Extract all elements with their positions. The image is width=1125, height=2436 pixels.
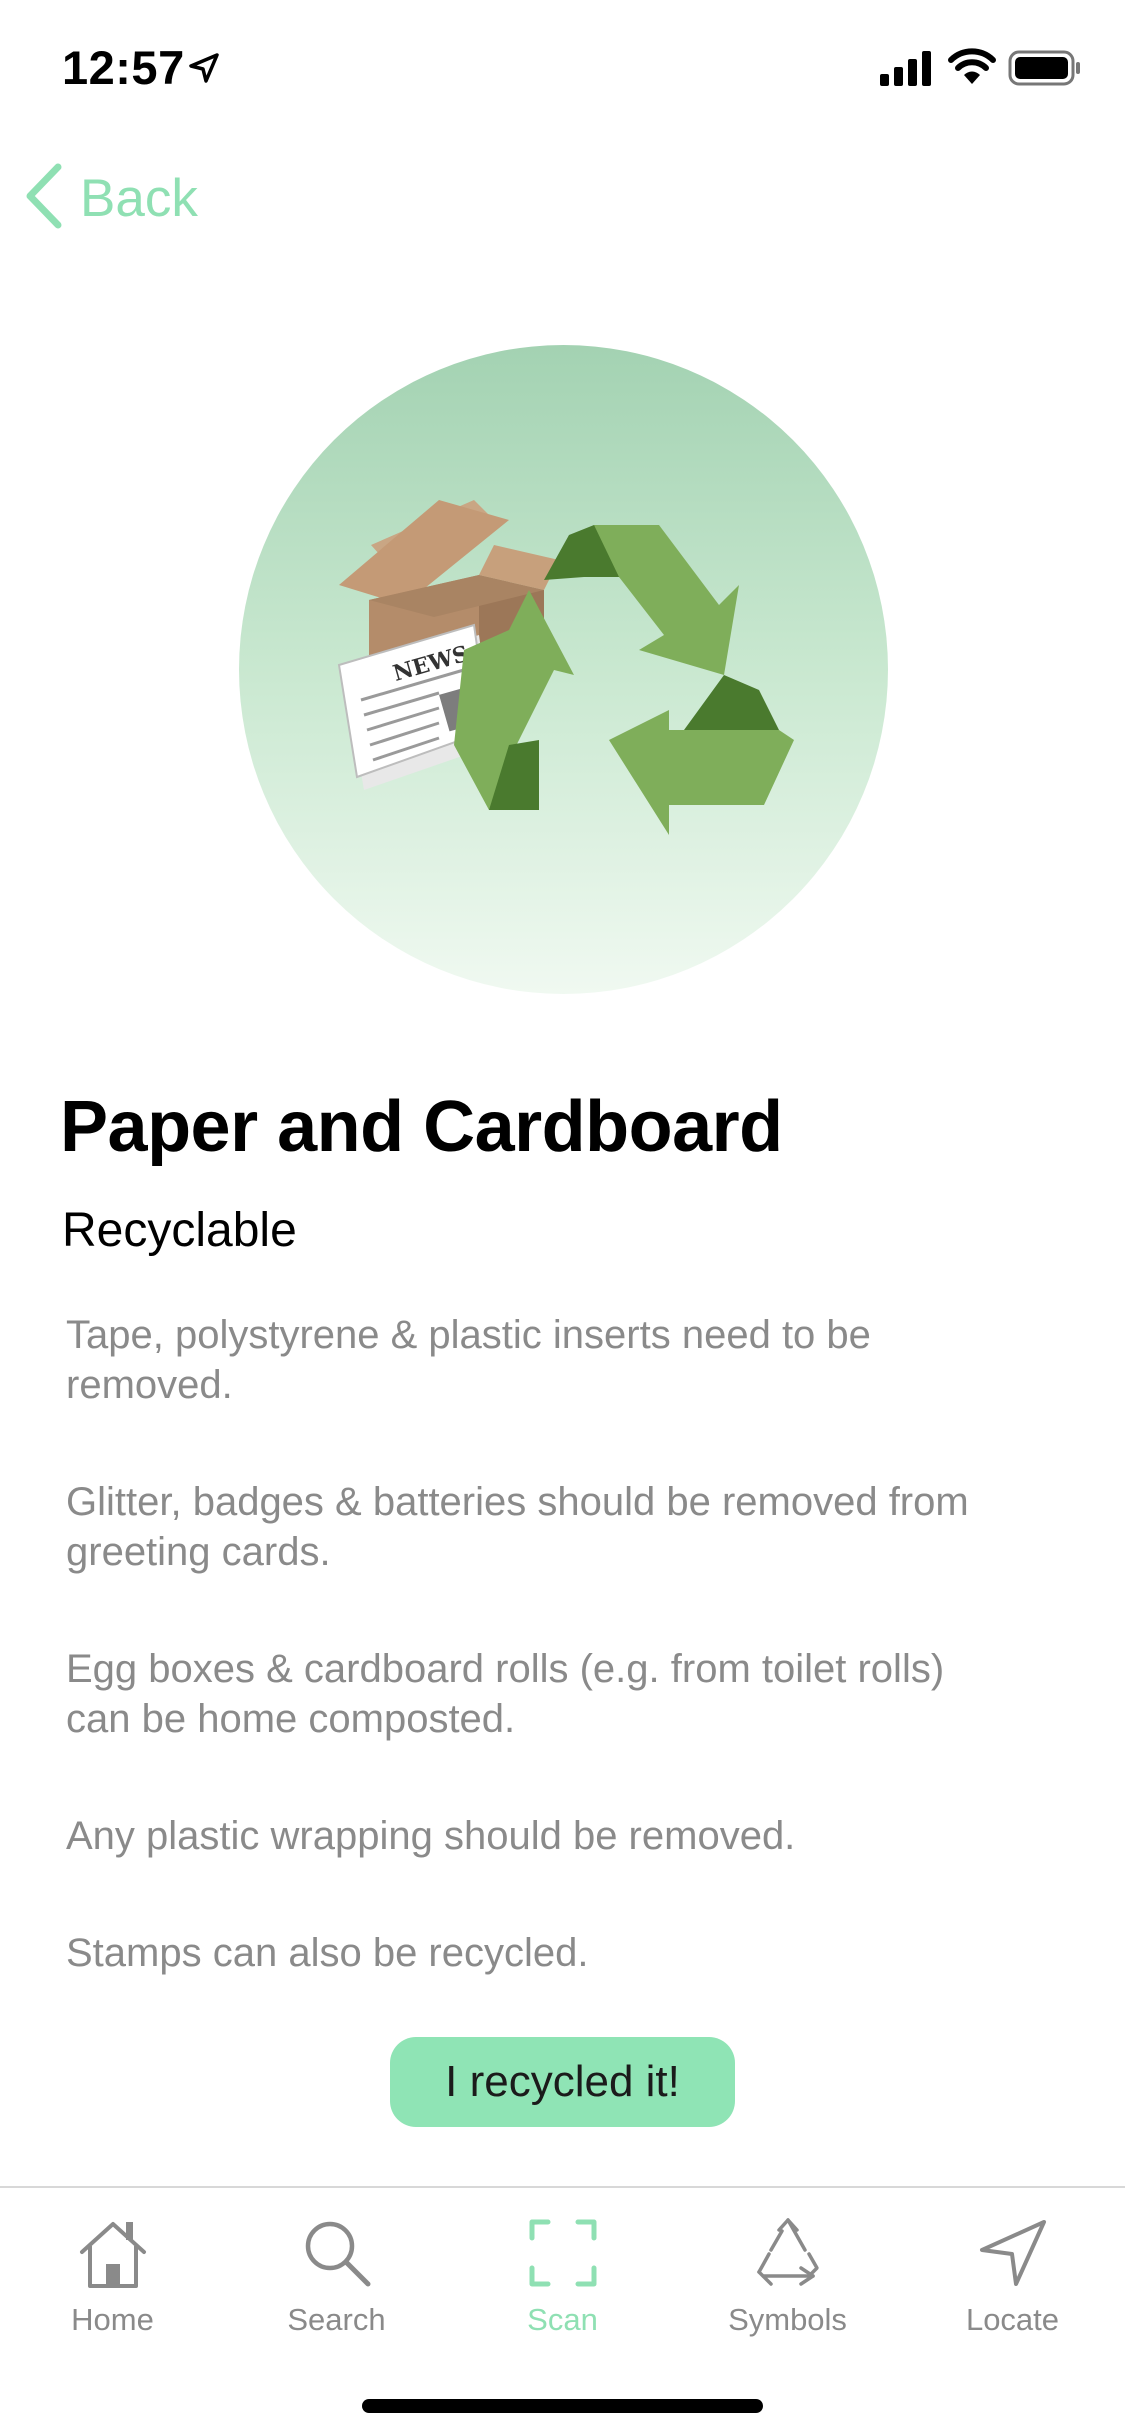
recyclable-status: Recyclable (62, 1204, 297, 1257)
location-arrow-icon (188, 52, 220, 89)
tab-symbols[interactable]: Symbols (675, 2216, 900, 2346)
tab-label-scan: Scan (527, 2302, 598, 2337)
tab-label-search: Search (287, 2302, 386, 2337)
hero-illustration: NEWS (239, 345, 888, 994)
back-button[interactable]: Back (24, 162, 198, 234)
note-item: Stamps can also be recycled. (66, 1931, 589, 1975)
navigation-arrow-icon (900, 2216, 1125, 2290)
status-time: 12:57 (62, 41, 185, 94)
search-icon (224, 2216, 449, 2290)
status-bar: 12:57 (0, 0, 1125, 132)
tab-label-symbols: Symbols (728, 2302, 847, 2337)
tab-label-home: Home (71, 2302, 154, 2337)
note-item: Tape, polystyrene & plastic inserts need… (66, 1313, 871, 1407)
scan-icon (450, 2216, 675, 2290)
tab-label-locate: Locate (965, 2302, 1060, 2337)
tab-locate[interactable]: Locate (900, 2216, 1125, 2346)
page-title: Paper and Cardboard (60, 1087, 783, 1167)
chevron-left-icon (24, 163, 64, 234)
note-item: Any plastic wrapping should be removed. (66, 1814, 796, 1858)
signal-icon (880, 50, 934, 91)
recycle-symbol-icon (675, 2216, 900, 2290)
back-label: Back (80, 168, 198, 228)
tab-search[interactable]: Search (224, 2216, 449, 2346)
note-item: Egg boxes & cardboard rolls (e.g. from t… (66, 1647, 945, 1741)
recycled-it-button[interactable]: I recycled it! (390, 2037, 735, 2127)
battery-icon (1008, 50, 1082, 91)
note-item: Glitter, badges & batteries should be re… (66, 1480, 969, 1574)
home-icon (0, 2216, 225, 2290)
tab-home[interactable]: Home (0, 2216, 225, 2346)
home-indicator[interactable] (362, 2399, 763, 2413)
wifi-icon (948, 48, 996, 91)
tab-scan[interactable]: Scan (450, 2216, 675, 2346)
